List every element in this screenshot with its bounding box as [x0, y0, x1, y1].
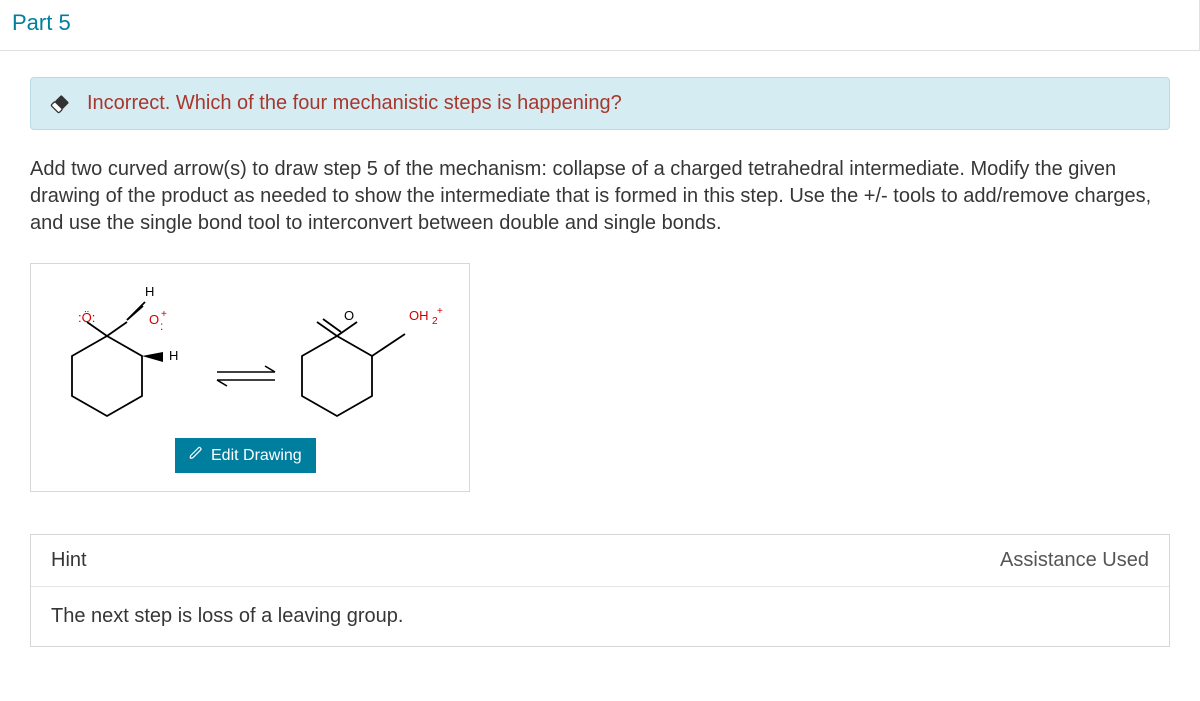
feedback-text: Incorrect. Which of the four mechanistic…	[87, 92, 622, 115]
assistance-used-label: Assistance Used	[1000, 549, 1149, 572]
svg-text:O: O	[344, 308, 354, 323]
hint-header: Hint Assistance Used	[31, 535, 1169, 587]
feedback-banner: Incorrect. Which of the four mechanistic…	[30, 77, 1170, 130]
svg-text:OH: OH	[409, 308, 429, 323]
o-lone-label: :Ö:	[78, 310, 95, 325]
svg-text:2: 2	[432, 316, 438, 327]
svg-text:O: O	[149, 312, 159, 327]
eraser-icon	[49, 93, 71, 115]
edit-drawing-label: Edit Drawing	[211, 447, 302, 465]
svg-text:+: +	[161, 309, 167, 320]
hint-panel: Hint Assistance Used The next step is lo…	[30, 534, 1170, 647]
hint-body: The next step is loss of a leaving group…	[31, 587, 1169, 646]
svg-text:H: H	[145, 284, 154, 299]
hint-title: Hint	[51, 549, 87, 572]
molecule-drawing[interactable]: :Ö: : O + H H	[45, 278, 455, 438]
svg-text:+: +	[437, 306, 443, 317]
part-title: Part 5	[12, 10, 71, 35]
svg-text:H: H	[169, 348, 178, 363]
svg-text::: :	[160, 319, 163, 333]
content-area: Incorrect. Which of the four mechanistic…	[0, 51, 1200, 647]
edit-drawing-button[interactable]: Edit Drawing	[175, 438, 316, 473]
pencil-icon	[189, 446, 203, 465]
part-header: Part 5	[0, 0, 1200, 51]
drawing-panel: :Ö: : O + H H	[30, 263, 470, 492]
question-instructions: Add two curved arrow(s) to draw step 5 o…	[30, 156, 1170, 237]
